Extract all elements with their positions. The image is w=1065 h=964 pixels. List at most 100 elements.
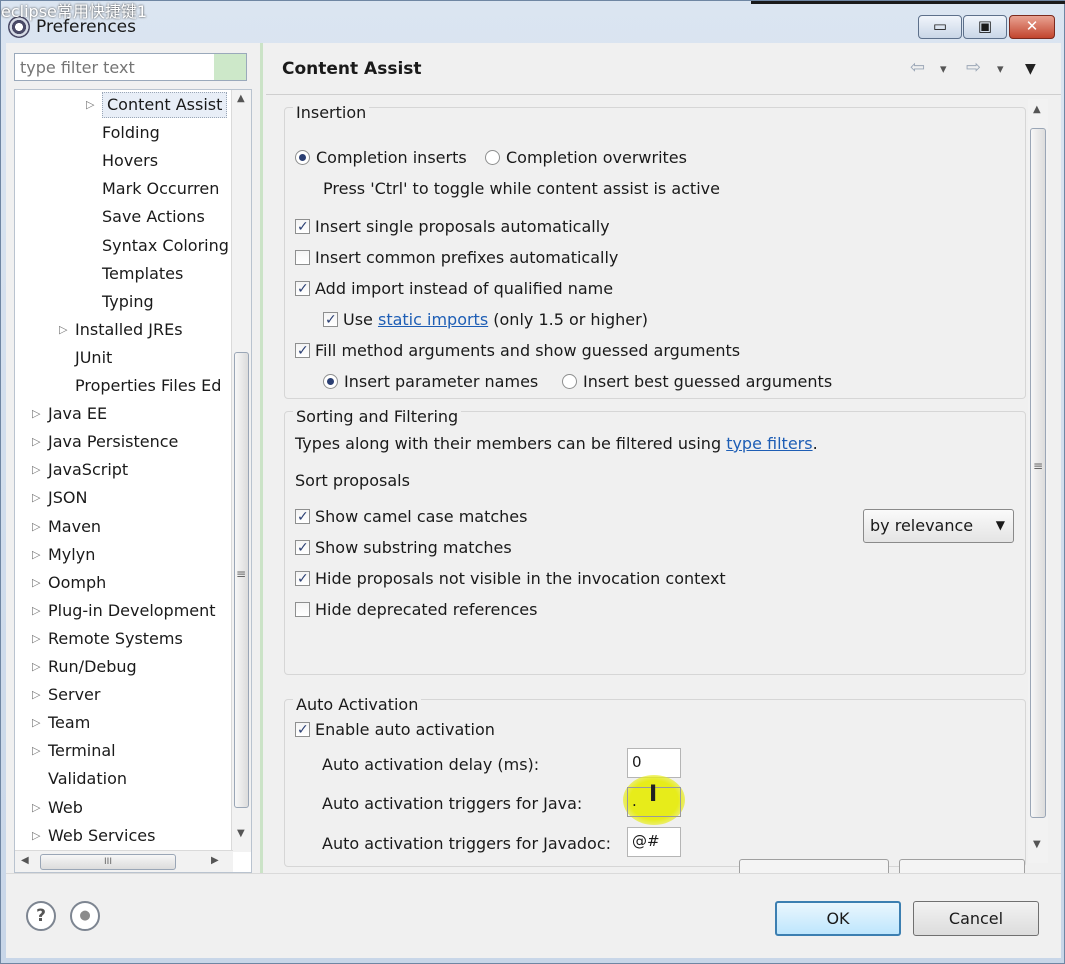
radio-selected-icon[interactable] (323, 374, 338, 389)
view-menu-icon[interactable]: ▼ (1025, 61, 1036, 77)
expand-arrow-icon[interactable]: ▷ (86, 98, 94, 111)
javadoc-triggers-field[interactable]: @# (627, 827, 681, 857)
tree-item[interactable]: Templates (102, 261, 183, 287)
tree-item[interactable]: Installed JREs (75, 317, 183, 343)
scroll-down-icon[interactable]: ▼ (1033, 839, 1041, 850)
insert-common-prefixes-checkbox[interactable]: Insert common prefixes automatically (295, 247, 618, 269)
expand-arrow-icon[interactable]: ▷ (32, 407, 40, 420)
checkbox-checked-icon[interactable] (295, 506, 310, 528)
tree-item[interactable]: Java EE (48, 401, 107, 427)
back-history-dropdown-icon[interactable]: ▾ (940, 62, 947, 77)
radio-unselected-icon[interactable] (562, 374, 577, 389)
hide-deprecated-checkbox[interactable]: Hide deprecated references (295, 599, 537, 621)
forward-history-dropdown-icon[interactable]: ▾ (997, 62, 1004, 77)
static-imports-link[interactable]: static imports (378, 310, 488, 329)
tree-item[interactable]: JUnit (75, 345, 112, 371)
tree-item[interactable]: Typing (102, 289, 154, 315)
tree-item[interactable]: Mylyn (48, 542, 95, 568)
expand-arrow-icon[interactable]: ▷ (32, 716, 40, 729)
expand-arrow-icon[interactable]: ▷ (32, 801, 40, 814)
tree-item[interactable]: Save Actions (102, 204, 205, 230)
expand-arrow-icon[interactable]: ▷ (32, 829, 40, 842)
apply-button[interactable] (899, 859, 1025, 873)
forward-arrow-icon[interactable]: ⇨ (966, 57, 981, 78)
tree-item[interactable]: Folding (102, 120, 160, 146)
camel-case-checkbox[interactable]: Show camel case matches (295, 506, 527, 528)
expand-arrow-icon[interactable]: ▷ (32, 660, 40, 673)
expand-arrow-icon[interactable]: ▷ (32, 463, 40, 476)
expand-arrow-icon[interactable]: ▷ (32, 576, 40, 589)
expand-arrow-icon[interactable]: ▷ (32, 744, 40, 757)
expand-arrow-icon[interactable]: ▷ (32, 435, 40, 448)
page-vertical-scrollbar[interactable]: ▲ ≡ ▼ (1028, 99, 1048, 863)
checkbox-unchecked-icon[interactable] (295, 602, 310, 617)
tree-horizontal-scroll-thumb[interactable]: III (40, 854, 176, 870)
tree-item[interactable]: Terminal (48, 738, 116, 764)
tree-item[interactable]: Run/Debug (48, 654, 137, 680)
tree-item[interactable]: Mark Occurren (102, 176, 219, 202)
sort-proposals-select[interactable]: by relevance ▼ (863, 509, 1014, 543)
ok-button[interactable]: OK (775, 901, 901, 936)
tree-item[interactable]: Hovers (102, 148, 158, 174)
fill-method-arguments-checkbox[interactable]: Fill method arguments and show guessed a… (295, 340, 740, 362)
completion-inserts-option[interactable]: Completion inserts (295, 147, 467, 169)
radio-selected-icon[interactable] (295, 150, 310, 165)
checkbox-checked-icon[interactable] (295, 216, 310, 238)
tree-item[interactable]: JavaScript (48, 457, 128, 483)
checkbox-unchecked-icon[interactable] (295, 250, 310, 265)
tree-item[interactable]: Plug-in Development (48, 598, 216, 624)
cancel-button[interactable]: Cancel (913, 901, 1039, 936)
scroll-up-icon[interactable]: ▲ (1033, 104, 1041, 115)
hide-not-visible-checkbox[interactable]: Hide proposals not visible in the invoca… (295, 568, 726, 590)
tree-item[interactable]: Remote Systems (48, 626, 183, 652)
filter-input[interactable] (15, 54, 215, 80)
scroll-right-icon[interactable]: ▶ (211, 855, 219, 866)
tree-item[interactable]: Maven (48, 514, 101, 540)
expand-arrow-icon[interactable]: ▷ (32, 632, 40, 645)
scroll-down-icon[interactable]: ▼ (237, 828, 245, 839)
expand-arrow-icon[interactable]: ▷ (32, 548, 40, 561)
back-arrow-icon[interactable]: ⇦ (910, 57, 925, 78)
tree-item[interactable]: Server (48, 682, 100, 708)
tree-item[interactable]: Content Assist (102, 92, 228, 118)
insert-parameter-names-option[interactable]: Insert parameter names (323, 371, 538, 393)
auto-activation-delay-field[interactable]: 0 (627, 748, 681, 778)
tree-item[interactable]: JSON (48, 485, 87, 511)
tree-item[interactable]: Validation (48, 766, 127, 792)
filter-field[interactable] (14, 53, 247, 81)
substring-checkbox[interactable]: Show substring matches (295, 537, 512, 559)
enable-auto-activation-checkbox[interactable]: Enable auto activation (295, 719, 495, 741)
type-filters-link[interactable]: type filters (726, 434, 812, 453)
completion-overwrites-option[interactable]: Completion overwrites (485, 147, 687, 169)
tree-item[interactable]: Team (48, 710, 90, 736)
scroll-up-icon[interactable]: ▲ (237, 93, 245, 104)
checkbox-checked-icon[interactable] (295, 719, 310, 741)
minimize-button[interactable]: ▭ (918, 15, 962, 39)
filter-clear-icon[interactable] (214, 54, 246, 80)
tree-item[interactable]: Oomph (48, 570, 106, 596)
help-icon[interactable]: ? (26, 901, 56, 931)
tree-item[interactable]: Web Services (48, 823, 155, 849)
record-macro-icon[interactable]: ● (70, 901, 100, 931)
expand-arrow-icon[interactable]: ▷ (59, 323, 67, 336)
tree-item[interactable]: Java Persistence (48, 429, 178, 455)
expand-arrow-icon[interactable]: ▷ (32, 491, 40, 504)
maximize-button[interactable]: ▣ (963, 15, 1007, 39)
expand-arrow-icon[interactable]: ▷ (32, 604, 40, 617)
tree-vertical-scrollbar[interactable]: ▲ ≡ ▼ (231, 90, 251, 852)
close-button[interactable]: ✕ (1009, 15, 1055, 39)
radio-unselected-icon[interactable] (485, 150, 500, 165)
use-static-imports-checkbox[interactable]: Use static imports (only 1.5 or higher) (323, 309, 648, 331)
checkbox-checked-icon[interactable] (323, 309, 338, 331)
restore-defaults-button[interactable] (739, 859, 889, 873)
checkbox-checked-icon[interactable] (295, 568, 310, 590)
insert-best-guessed-option[interactable]: Insert best guessed arguments (562, 371, 832, 393)
checkbox-checked-icon[interactable] (295, 278, 310, 300)
tree-item[interactable]: Syntax Coloring (102, 233, 229, 259)
tree-item[interactable]: Web (48, 795, 83, 821)
tree-horizontal-scrollbar[interactable]: ◀ III ▶ (15, 850, 233, 872)
tree-item[interactable]: Properties Files Ed (75, 373, 221, 399)
checkbox-checked-icon[interactable] (295, 537, 310, 559)
expand-arrow-icon[interactable]: ▷ (32, 520, 40, 533)
add-import-checkbox[interactable]: Add import instead of qualified name (295, 278, 613, 300)
